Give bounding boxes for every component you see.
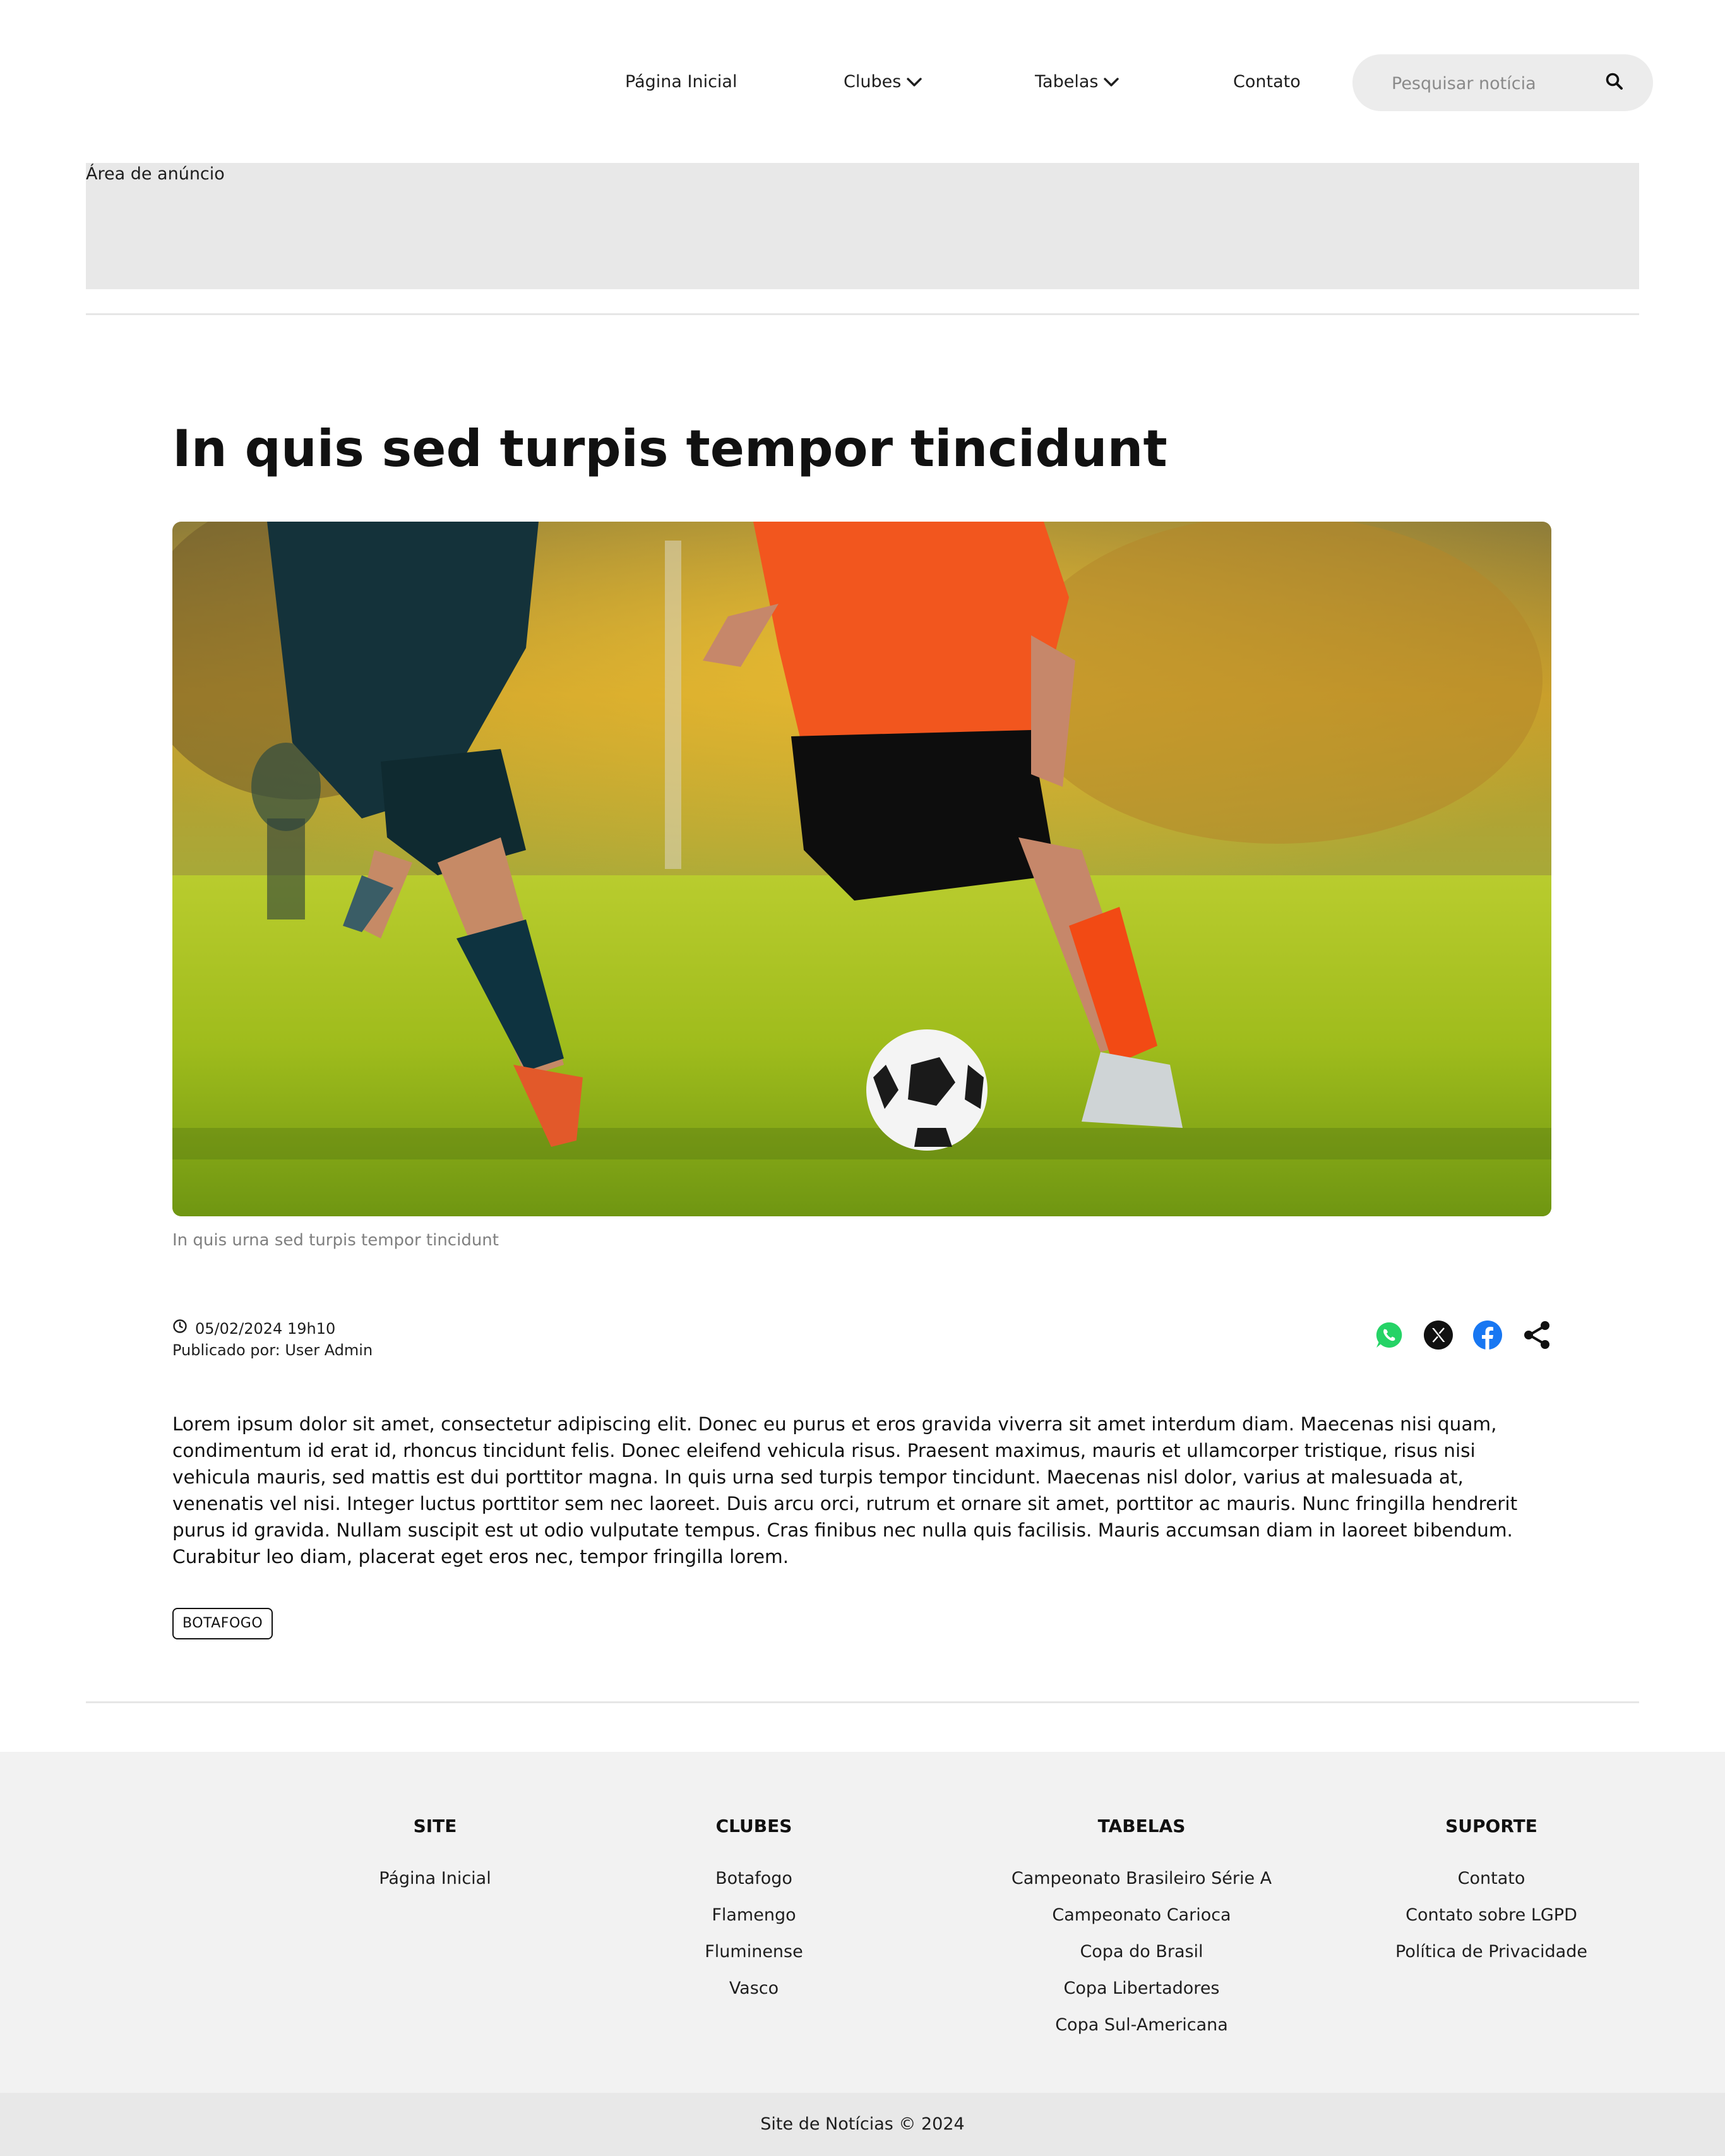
footer-link[interactable]: Fluminense xyxy=(564,1934,943,1970)
footer-link[interactable]: Contato xyxy=(1346,1860,1637,1897)
footer-link[interactable]: Copa Libertadores xyxy=(952,1970,1331,2007)
share-whatsapp-button[interactable] xyxy=(1374,1320,1404,1350)
ad-label: Área de anúncio xyxy=(86,164,225,184)
facebook-icon xyxy=(1472,1321,1503,1353)
footer-heading-support: SUPORTE xyxy=(1445,1816,1537,1836)
share-x-button[interactable] xyxy=(1423,1320,1453,1350)
article-date-text: 05/02/2024 19h10 xyxy=(195,1320,336,1338)
divider xyxy=(86,313,1639,315)
article-date: 05/02/2024 19h10 xyxy=(172,1319,335,1339)
article-author: Publicado por: User Admin xyxy=(172,1341,373,1359)
copyright: Site de Notícias © 2024 xyxy=(0,2093,1725,2156)
nav-home-link[interactable]: Página Inicial xyxy=(625,67,737,97)
tag-badge[interactable]: BOTAFOGO xyxy=(172,1608,273,1639)
share-icon xyxy=(1522,1321,1552,1353)
divider xyxy=(86,1701,1639,1703)
whatsapp-icon xyxy=(1374,1322,1404,1353)
search-input[interactable] xyxy=(1390,68,1582,99)
footer-link[interactable]: Campeonato Brasileiro Série A xyxy=(952,1860,1331,1897)
footer-link[interactable]: Flamengo xyxy=(564,1897,943,1934)
footer-heading-tables: TABELAS xyxy=(1097,1816,1186,1836)
footer-link[interactable]: Contato sobre LGPD xyxy=(1346,1897,1637,1934)
ad-area: Área de anúncio xyxy=(86,163,1639,289)
site-footer: SITE Página Inicial CLUBES Botafogo Flam… xyxy=(0,1752,1725,2093)
clock-icon xyxy=(172,1319,195,1339)
image-caption: In quis urna sed turpis tempor tincidunt xyxy=(172,1231,499,1250)
search-box xyxy=(1352,54,1653,111)
footer-link[interactable]: Vasco xyxy=(564,1970,943,2007)
nav-tables-label: Tabelas xyxy=(1035,72,1099,92)
chevron-down-icon xyxy=(906,68,922,98)
article-hero-image xyxy=(172,522,1551,1216)
search-icon xyxy=(1605,72,1624,93)
footer-link[interactable]: Copa do Brasil xyxy=(952,1934,1331,1970)
footer-link[interactable]: Botafogo xyxy=(564,1860,943,1897)
footer-heading-clubs: CLUBES xyxy=(715,1816,792,1836)
chevron-down-icon xyxy=(1103,68,1119,98)
article-body: Lorem ipsum dolor sit amet, consectetur … xyxy=(172,1413,1518,1567)
nav-clubs-label: Clubes xyxy=(844,72,902,92)
share-button[interactable] xyxy=(1522,1320,1552,1350)
footer-link[interactable]: Copa Sul-Americana xyxy=(952,2007,1331,2044)
footer-link[interactable]: Campeonato Carioca xyxy=(952,1897,1331,1934)
share-facebook-button[interactable] xyxy=(1472,1320,1503,1350)
nav-contact-link[interactable]: Contato xyxy=(1233,67,1301,97)
article-title: In quis sed turpis tempor tincidunt xyxy=(172,419,1167,478)
search-button[interactable] xyxy=(1601,69,1628,96)
x-icon xyxy=(1423,1321,1453,1353)
nav-clubs-dropdown[interactable]: Clubes xyxy=(844,67,922,97)
footer-link[interactable]: Política de Privacidade xyxy=(1346,1934,1637,1970)
nav-tables-dropdown[interactable]: Tabelas xyxy=(1035,67,1119,97)
